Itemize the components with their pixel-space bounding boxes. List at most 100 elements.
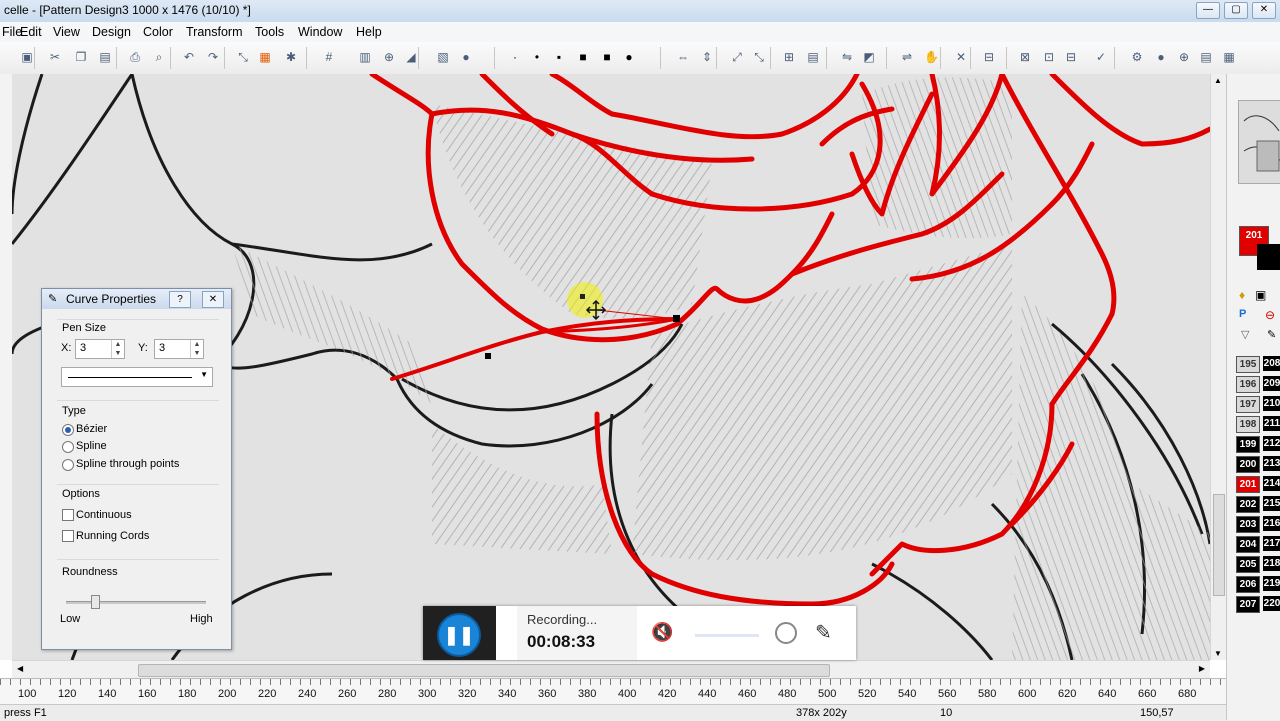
copy-icon[interactable]: ❐ [74,50,88,64]
stamp-icon[interactable]: ▧ [436,50,450,64]
mirror-icon[interactable]: ▤ [806,50,820,64]
color-swatch[interactable]: 212 [1263,436,1280,451]
type-bezier-radio[interactable] [62,424,74,436]
stop-icon[interactable]: ⊖ [1265,308,1275,322]
pen-square-large-icon[interactable]: ■ [600,50,614,64]
pen-circle-icon[interactable]: ● [622,50,636,64]
redo-icon[interactable]: ↷ [206,50,220,64]
settings-icon[interactable]: ✕ [954,50,968,64]
tool-39-icon[interactable]: ⚙ [1130,50,1144,64]
pen-icon[interactable]: ✎ [815,620,832,645]
color-swatch[interactable]: 209 [1263,376,1280,391]
stats-icon[interactable]: ✓ [1094,50,1108,64]
color-swatch[interactable]: 218 [1263,556,1280,571]
spin-arrows-icon[interactable]: ▲ ▼ [190,340,203,358]
type-spline-radio[interactable] [62,441,74,453]
menu-tools[interactable]: Tools [255,25,284,39]
transform-icon[interactable]: ⤡ [236,50,250,64]
color-swatch[interactable]: 196 [1236,376,1260,393]
color-swatch[interactable]: 208 [1263,356,1280,371]
control-point[interactable] [580,294,585,299]
color-swatch[interactable]: 207 [1236,596,1260,613]
volume-slider[interactable] [695,634,759,637]
pen-size-x-input[interactable]: 3 ▲ ▼ [75,339,125,359]
tool-41-icon[interactable]: ⊕ [1177,50,1191,64]
pencil-icon[interactable]: ✎ [1267,328,1276,341]
scroll-up-icon[interactable]: ▲ [1214,76,1222,85]
secondary-color-swatch[interactable] [1257,244,1280,270]
p-tool-icon[interactable]: P [1239,308,1246,320]
scroll-left-icon[interactable]: ◀ [17,664,23,673]
menu-window[interactable]: Window [298,25,342,39]
horizontal-scroll-thumb[interactable] [138,664,830,677]
close-button[interactable]: ✕ [1252,2,1276,19]
color-swatch[interactable]: 210 [1263,396,1280,411]
brush-icon[interactable]: ● [459,50,473,64]
print-icon[interactable]: ⎙ [128,50,142,64]
color-swatch[interactable]: 199 [1236,436,1260,453]
continuous-checkbox[interactable] [62,509,74,521]
color-swatch[interactable]: 202 [1236,496,1260,513]
roundness-track[interactable] [66,601,206,604]
minimize-button[interactable]: — [1196,2,1220,19]
color-swatch[interactable]: 211 [1263,416,1280,431]
help-button[interactable]: ? [169,291,191,308]
vertical-scroll-thumb[interactable] [1213,494,1225,596]
align-icon[interactable]: ▥ [358,50,372,64]
save-icon[interactable]: ▣ [20,50,34,64]
color-swatch[interactable]: 197 [1236,396,1260,413]
menu-help[interactable]: Help [356,25,382,39]
color-swatch[interactable]: 198 [1236,416,1260,433]
dialog-close-button[interactable]: ✕ [202,291,224,308]
running-cords-checkbox[interactable] [62,530,74,542]
color-swatch[interactable]: 214 [1263,476,1280,491]
color-swatch[interactable]: 219 [1263,576,1280,591]
color-swatch[interactable]: 213 [1263,456,1280,471]
flip-v-icon[interactable]: ⇕ [700,50,714,64]
vertical-scrollbar[interactable]: ▲ ▼ [1210,74,1227,660]
skew-icon[interactable]: ⤡ [752,50,766,64]
pen-dot-3-icon[interactable]: ▪ [552,50,566,64]
menu-color[interactable]: Color [143,25,173,39]
pen-dot-2-icon[interactable]: • [530,50,544,64]
cut-icon[interactable]: ✂ [48,50,62,64]
scroll-right-icon[interactable]: ▶ [1199,664,1205,673]
webcam-icon[interactable] [775,622,797,644]
zoom-icon[interactable]: ⊕ [382,50,396,64]
color-swatch[interactable]: 201 [1236,476,1260,493]
spin-arrows-icon[interactable]: ▲ ▼ [111,340,124,358]
menu-view[interactable]: View [53,25,80,39]
layers-icon[interactable]: ⊟ [1064,50,1078,64]
maximize-button[interactable]: ▢ [1224,2,1248,19]
undo-icon[interactable]: ↶ [182,50,196,64]
color-swatch[interactable]: 205 [1236,556,1260,573]
type-spline-points-radio[interactable] [62,459,74,471]
pen-square-icon[interactable]: ■ [576,50,590,64]
color-swatch[interactable]: 220 [1263,596,1280,611]
globe-icon[interactable]: ⊡ [1042,50,1056,64]
delete-icon[interactable]: ⇌ [900,50,914,64]
scroll-down-icon[interactable]: ▼ [1214,649,1222,658]
pause-button[interactable]: ❚❚ [437,613,481,657]
rotate-icon[interactable]: ⤢ [730,50,744,64]
mute-icon[interactable]: 🔇 [651,622,673,643]
grid-icon[interactable]: # [322,50,336,64]
pen-size-y-input[interactable]: 3 ▲ ▼ [154,339,204,359]
merge-icon[interactable]: ✋ [924,50,939,64]
color-swatch[interactable]: 203 [1236,516,1260,533]
line-style-select[interactable]: ▼ [61,367,213,387]
magic-wand-icon[interactable]: ⊠ [1018,50,1032,64]
horizontal-scrollbar[interactable]: ◀ ▶ [12,660,1210,679]
measure-icon[interactable]: ◢ [404,50,418,64]
color-swatch[interactable]: 216 [1263,516,1280,531]
preview-icon[interactable]: ⌕ [152,50,166,64]
pattern-icon[interactable]: ▦ [258,50,272,64]
bucket-icon[interactable]: ◩ [862,50,876,64]
pen-dot-1-icon[interactable]: · [508,50,522,64]
magic-icon[interactable]: ✱ [284,50,298,64]
color-swatch[interactable]: 206 [1236,576,1260,593]
roundness-slider-thumb[interactable] [91,595,100,609]
color-swatch[interactable]: 204 [1236,536,1260,553]
tool-43-icon[interactable]: ▦ [1222,50,1236,64]
flip-h-icon[interactable]: ⇔ [676,50,690,64]
